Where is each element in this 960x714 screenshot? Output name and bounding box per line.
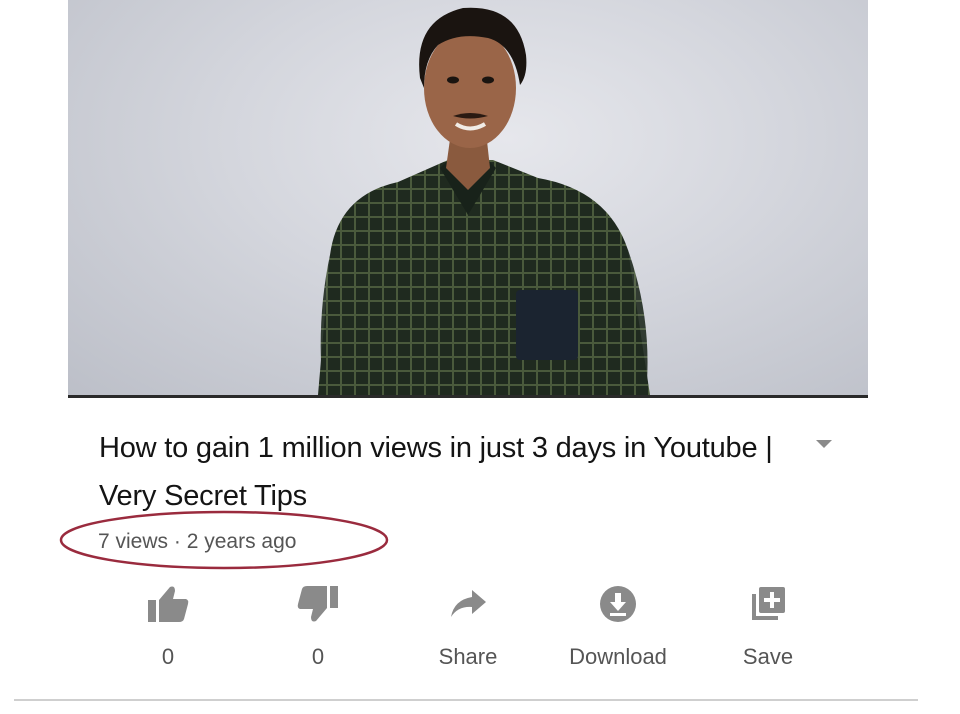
- upload-age: 2 years ago: [186, 530, 297, 553]
- video-title[interactable]: How to gain 1 million views in just 3 da…: [99, 424, 799, 520]
- share-button[interactable]: Share: [408, 582, 528, 672]
- download-icon: [600, 586, 636, 622]
- meta-separator: ·: [173, 530, 181, 553]
- save-label: Save: [742, 644, 794, 669]
- share-label: Share: [438, 644, 498, 669]
- like-count: 0: [161, 644, 175, 669]
- video-card: How to gain 1 million views in just 3 da…: [59, 0, 868, 690]
- video-title-container: How to gain 1 million views in just 3 da…: [99, 424, 799, 520]
- download-button[interactable]: Download: [558, 582, 678, 672]
- video-thumbnail[interactable]: [68, 0, 868, 398]
- thumbs-up-icon: [148, 586, 189, 622]
- download-label: Download: [569, 644, 667, 669]
- video-meta: 7 views · 2 years ago: [98, 530, 296, 554]
- share-arrow-icon: [451, 590, 486, 617]
- expand-details-button[interactable]: [812, 436, 836, 452]
- dislike-count: 0: [311, 644, 325, 669]
- thumbs-down-icon: [297, 586, 338, 622]
- action-bar: 0 0 Share Download Save: [108, 582, 868, 672]
- like-button[interactable]: 0: [108, 582, 228, 672]
- save-button[interactable]: Save: [708, 582, 828, 672]
- section-divider: [14, 699, 918, 701]
- add-to-playlist-icon: [752, 587, 785, 620]
- person-illustration: [318, 7, 650, 395]
- dislike-button[interactable]: 0: [258, 582, 378, 672]
- view-count: 7 views: [98, 530, 169, 553]
- caret-down-icon: [816, 440, 832, 448]
